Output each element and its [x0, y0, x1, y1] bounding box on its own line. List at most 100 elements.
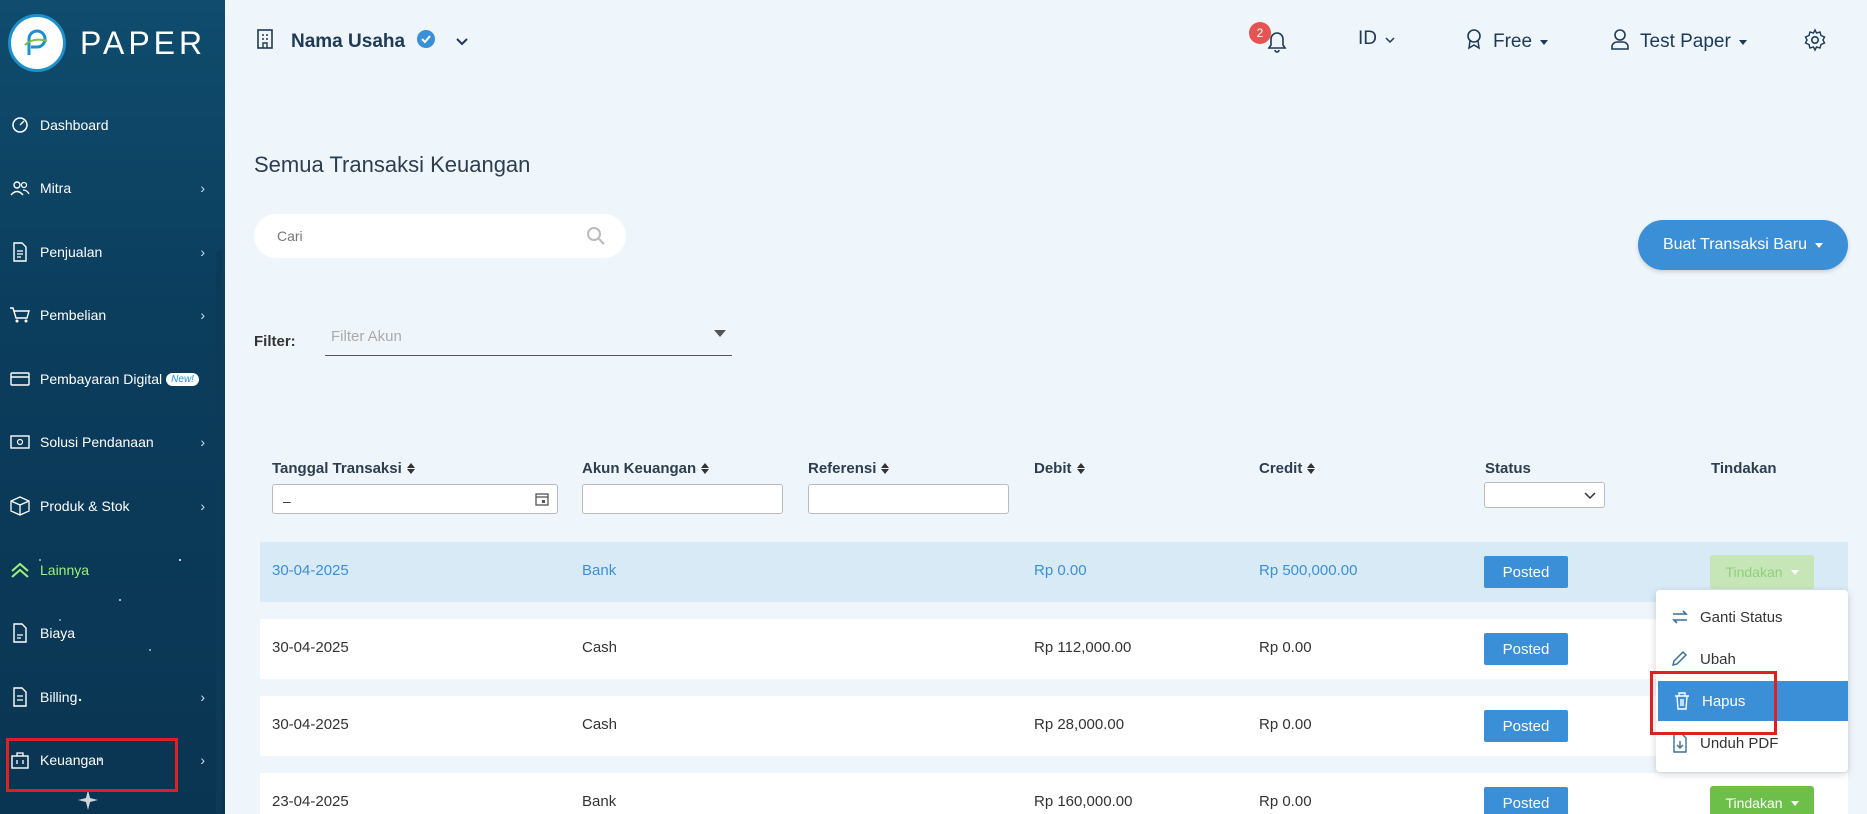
table-row[interactable]: 30-04-2025 Bank Rp 0.00 Rp 500,000.00 Po…	[260, 542, 1848, 602]
column-header-account[interactable]: Akun Keuangan	[582, 460, 710, 477]
status-badge: Posted	[1484, 710, 1568, 742]
sidebar-item-penjualan[interactable]: Penjualan ›	[0, 232, 215, 272]
highlight-box-hapus	[1650, 671, 1777, 735]
sidebar-item-label: Produk & Stok	[40, 498, 130, 514]
sidebar-item-label: Penjualan	[40, 244, 103, 260]
caret-down-icon	[1790, 800, 1799, 806]
column-label: Tindakan	[1711, 460, 1777, 477]
column-label: Credit	[1259, 460, 1303, 477]
card-icon	[9, 368, 31, 390]
cell-debit: Rp 112,000.00	[1034, 639, 1132, 656]
action-dropdown-button[interactable]: Tindakan	[1710, 555, 1814, 589]
status-filter-select[interactable]	[1484, 482, 1605, 508]
receipt-icon	[9, 622, 31, 644]
dashboard-icon	[9, 114, 31, 136]
sort-icon	[881, 463, 890, 474]
column-header-reference[interactable]: Referensi	[808, 460, 890, 477]
sort-icon	[701, 463, 710, 474]
sidebar-item-label: Lainnya	[40, 562, 90, 578]
status-badge: Posted	[1484, 633, 1568, 665]
search-input[interactable]: Cari	[254, 214, 626, 258]
column-label: Akun Keuangan	[582, 460, 697, 477]
menu-item-label: Unduh PDF	[1700, 734, 1779, 752]
plan-selector[interactable]: Free	[1465, 28, 1549, 56]
menu-item-label: Ganti Status	[1700, 608, 1783, 626]
column-header-debit[interactable]: Debit	[1034, 460, 1085, 477]
double-chevron-up-icon	[9, 559, 31, 581]
language-selector[interactable]: ID	[1358, 28, 1395, 50]
sort-icon	[406, 463, 415, 474]
business-selector[interactable]: Nama Usaha	[255, 28, 469, 56]
column-header-status: Status	[1485, 460, 1531, 477]
date-filter-input[interactable]: –	[272, 484, 558, 514]
cell-account: Cash	[582, 716, 618, 733]
filter-account-select[interactable]: Filter Akun	[325, 320, 732, 356]
users-icon	[9, 177, 31, 199]
sidebar-item-label: Biaya	[40, 625, 76, 641]
calendar-icon[interactable]	[535, 492, 549, 509]
sidebar-item-dashboard[interactable]: Dashboard	[0, 105, 215, 145]
brand-logo[interactable]: PAPER	[8, 14, 206, 72]
new-transaction-label: Buat Transaksi Baru	[1662, 236, 1808, 253]
sidebar-item-pembelian[interactable]: Pembelian ›	[0, 295, 215, 335]
action-dropdown-button[interactable]: Tindakan	[1710, 786, 1814, 814]
sidebar-item-produk-stok[interactable]: Produk & Stok ›	[0, 486, 215, 526]
account-filter-input[interactable]	[582, 484, 783, 514]
swap-icon	[1670, 608, 1692, 626]
table-row[interactable]: 30-04-2025 Cash Rp 112,000.00 Rp 0.00 Po…	[260, 619, 1848, 679]
language-label: ID	[1358, 28, 1377, 49]
notification-button[interactable]: 2	[1249, 22, 1289, 60]
chevron-right-icon: ›	[200, 307, 205, 323]
menu-item-change-status[interactable]: Ganti Status	[1656, 597, 1848, 637]
cell-debit: Rp 28,000.00	[1034, 716, 1125, 733]
table-row[interactable]: 23-04-2025 Bank Rp 160,000.00 Rp 0.00 Po…	[260, 773, 1848, 814]
sort-icon	[1307, 463, 1316, 474]
caret-down-icon	[1738, 39, 1747, 45]
caret-down-icon	[714, 330, 726, 337]
sidebar-item-lainnya[interactable]: Lainnya	[0, 550, 215, 590]
sidebar-item-label: Billing	[40, 689, 78, 705]
sidebar-item-label: Solusi Pendanaan	[40, 434, 154, 450]
billing-icon	[9, 686, 31, 708]
filter-label: Filter:	[254, 333, 296, 350]
reference-filter-input[interactable]	[808, 484, 1009, 514]
status-badge: Posted	[1484, 556, 1568, 588]
column-label: Tanggal Transaksi	[272, 460, 402, 477]
table-row[interactable]: 30-04-2025 Cash Rp 28,000.00 Rp 0.00 Pos…	[260, 696, 1848, 756]
filter-placeholder: Filter Akun	[331, 328, 402, 345]
sidebar-item-label: Mitra	[40, 180, 72, 196]
chevron-down-icon	[455, 31, 469, 53]
column-header-action: Tindakan	[1711, 460, 1777, 477]
column-header-date[interactable]: Tanggal Transaksi	[272, 460, 415, 477]
chevron-right-icon: ›	[200, 752, 205, 768]
chevron-right-icon: ›	[200, 180, 205, 196]
paper-logo-icon	[8, 14, 66, 72]
cell-credit: Rp 0.00	[1259, 639, 1312, 656]
sidebar-item-pembayaran-digital[interactable]: Pembayaran Digital New!	[0, 359, 215, 399]
cell-credit: Rp 500,000.00	[1259, 562, 1358, 579]
cell-debit: Rp 160,000.00	[1034, 793, 1133, 810]
column-header-credit[interactable]: Credit	[1259, 460, 1316, 477]
sidebar-item-label: Pembayaran Digital	[40, 371, 163, 387]
cell-date: 30-04-2025	[272, 716, 349, 733]
verified-badge-icon	[415, 28, 437, 56]
chevron-right-icon: ›	[200, 434, 205, 450]
sidebar-item-biaya[interactable]: Biaya	[0, 613, 215, 653]
settings-button[interactable]	[1803, 28, 1827, 58]
building-icon	[255, 28, 275, 56]
sidebar-item-solusi-pendanaan[interactable]: Solusi Pendanaan ›	[0, 422, 215, 462]
sidebar-scrollbar[interactable]	[216, 250, 222, 814]
sidebar-item-mitra[interactable]: Mitra ›	[0, 168, 215, 208]
search-icon[interactable]	[586, 226, 606, 249]
user-menu[interactable]: Test Paper	[1610, 28, 1747, 56]
new-transaction-button[interactable]: Buat Transaksi Baru	[1638, 220, 1848, 270]
top-header: Nama Usaha 2 ID Free Test Paper	[225, 0, 1867, 84]
highlight-box-keuangan	[6, 738, 178, 792]
action-label: Tindakan	[1725, 564, 1783, 580]
cell-date: 23-04-2025	[272, 793, 349, 810]
pencil-icon	[1670, 650, 1692, 668]
cell-account: Bank	[582, 562, 617, 579]
cell-date: 30-04-2025	[272, 562, 349, 579]
menu-item-label: Ubah	[1700, 650, 1736, 668]
sidebar-item-billing[interactable]: Billing ›	[0, 677, 215, 717]
